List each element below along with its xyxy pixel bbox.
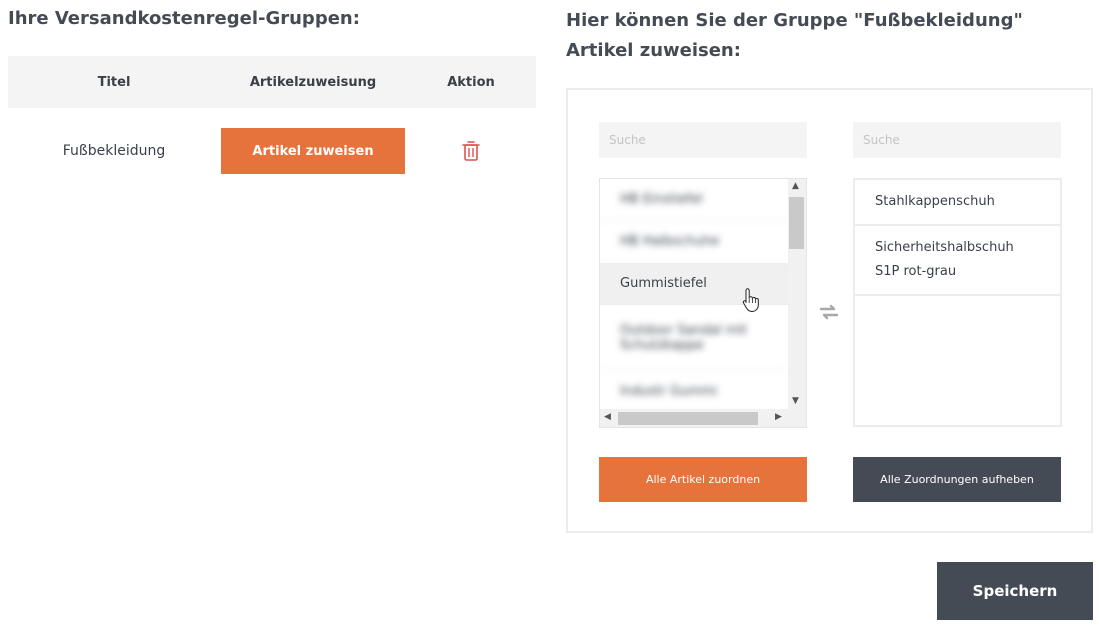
groups-table: Titel Artikelzuweisung Aktion Fußbekleid… [8, 56, 536, 194]
column-header-title: Titel [97, 74, 131, 90]
scroll-right-icon[interactable]: ▶ [775, 413, 782, 422]
groups-heading: Ihre Versandkostenregel-Gruppen: [8, 8, 360, 29]
available-articles-list[interactable]: HB Einstiefel HB Halbschuhe Gummistiefel… [599, 178, 807, 428]
trash-icon[interactable] [461, 140, 481, 162]
scroll-down-icon[interactable]: ▼ [792, 397, 799, 406]
column-header-assignment: Artikelzuweisung [249, 74, 377, 90]
assign-heading: Hier können Sie der Gruppe "Fußbekleidun… [566, 10, 1023, 61]
list-item[interactable]: Gummistiefel [600, 263, 788, 305]
swap-arrows-icon[interactable] [817, 302, 841, 322]
assign-articles-button[interactable]: Artikel zuweisen [221, 128, 405, 174]
assigned-search-input[interactable] [853, 122, 1061, 158]
table-header: Titel Artikelzuweisung Aktion [8, 56, 536, 108]
horizontal-scroll-thumb[interactable] [618, 412, 758, 425]
horizontal-scrollbar[interactable]: ◀ ▶ [600, 409, 806, 427]
scroll-left-icon[interactable]: ◀ [604, 413, 611, 422]
column-header-action: Aktion [447, 74, 495, 90]
list-item[interactable]: HB Halbschuhe [600, 221, 788, 263]
assign-all-button[interactable]: Alle Artikel zuordnen [599, 457, 807, 502]
assignment-panel: HB Einstiefel HB Halbschuhe Gummistiefel… [566, 88, 1093, 533]
list-item[interactable]: Stahlkappenschuh [855, 180, 1060, 226]
list-item[interactable]: Outdoor Sandal mit Schutzkappe [600, 305, 788, 371]
remove-all-button[interactable]: Alle Zuordnungen aufheben [853, 457, 1061, 502]
vertical-scrollbar[interactable]: ▲ ▼ [788, 179, 806, 411]
hand-cursor-icon [742, 288, 759, 312]
save-button[interactable]: Speichern [937, 562, 1093, 620]
list-item[interactable]: Sicherheitshalbschuh S1P rot-grau [855, 226, 1060, 296]
available-search-input[interactable] [599, 122, 807, 158]
list-item[interactable]: Industr Gummi [600, 371, 788, 413]
vertical-scroll-thumb[interactable] [789, 197, 804, 249]
scroll-up-icon[interactable]: ▲ [792, 182, 799, 191]
list-item[interactable]: HB Einstiefel [600, 179, 788, 221]
group-title: Fußbekleidung [62, 143, 166, 159]
table-row: Fußbekleidung Artikel zuweisen [8, 108, 536, 194]
assigned-articles-list[interactable]: Stahlkappenschuh Sicherheitshalbschuh S1… [853, 178, 1062, 427]
